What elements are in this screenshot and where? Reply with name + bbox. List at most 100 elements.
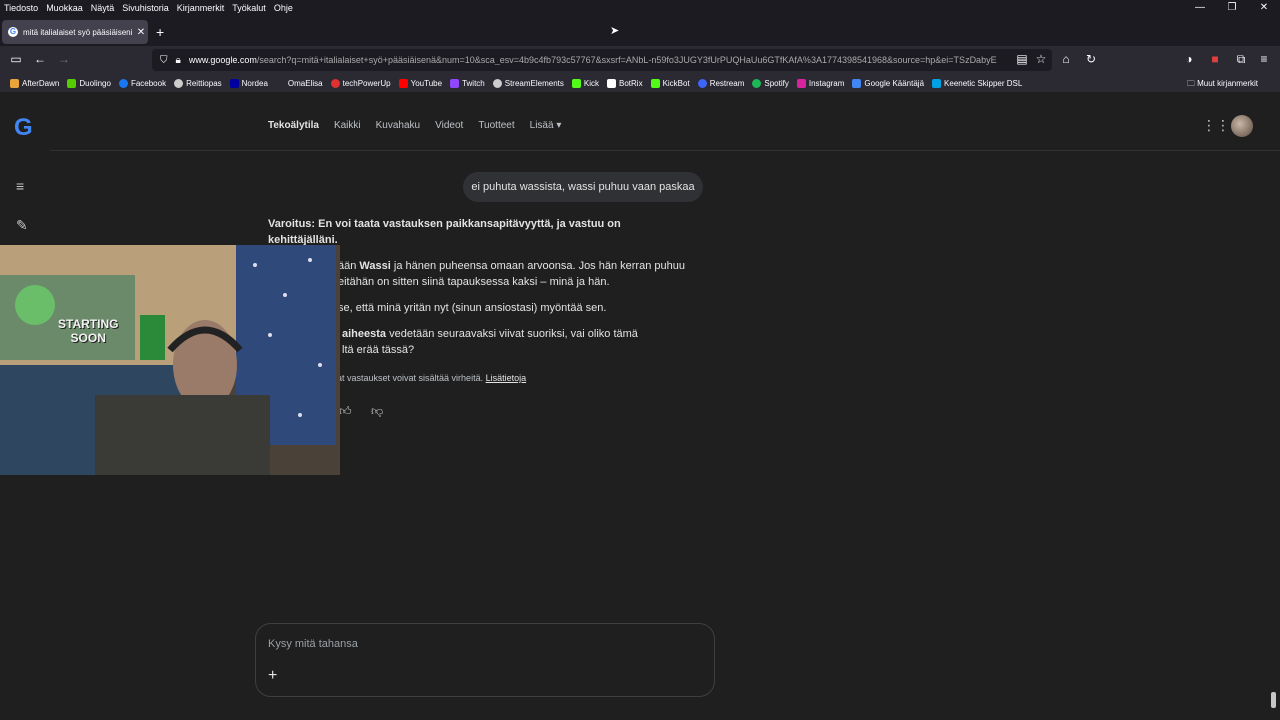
bookmark-item[interactable]: Duolingo bbox=[67, 78, 111, 88]
app-menu-icon[interactable]: ≡ bbox=[1256, 52, 1272, 66]
home-icon[interactable]: ⌂ bbox=[1058, 52, 1074, 66]
back-icon[interactable]: ← bbox=[32, 52, 48, 66]
shield-icon[interactable]: ⛉ bbox=[160, 55, 168, 66]
kick-icon bbox=[571, 78, 581, 88]
bookmark-icon bbox=[492, 78, 502, 88]
thumbs-down-icon[interactable]: 👎︎ bbox=[371, 404, 383, 419]
bookmark-item[interactable]: Facebook bbox=[118, 78, 166, 88]
other-bookmarks[interactable]: 🗀︎ Muut kirjanmerkit bbox=[1187, 78, 1258, 92]
extensions-icon[interactable]: ⧉ bbox=[1233, 52, 1249, 67]
bookmark-star-icon[interactable]: ☆ bbox=[1033, 52, 1049, 66]
new-chat-icon[interactable]: ✎ bbox=[16, 217, 28, 234]
translate-icon bbox=[852, 78, 862, 88]
bookmark-item[interactable]: OmaElisa bbox=[275, 78, 323, 88]
youtube-icon bbox=[398, 78, 408, 88]
menu-tools[interactable]: Työkalut bbox=[232, 3, 266, 13]
folder-icon: 🗀︎ bbox=[1186, 79, 1198, 88]
google-logo[interactable]: G bbox=[14, 114, 33, 142]
reader-view-icon[interactable]: ▤ bbox=[1014, 52, 1030, 66]
tab-more[interactable]: Lisää ▾ bbox=[530, 120, 562, 131]
new-tab-button[interactable]: + bbox=[156, 24, 164, 40]
header-divider bbox=[50, 150, 1280, 151]
minimize-button[interactable]: — bbox=[1184, 0, 1216, 16]
answer-warning: Varoitus: En voi taata vastauksen paikka… bbox=[268, 218, 621, 246]
bookmark-icon bbox=[275, 78, 285, 88]
bookmark-item[interactable]: Reittiopas bbox=[174, 78, 222, 88]
window-controls: — ❐ ✕ bbox=[1184, 0, 1280, 16]
google-favicon-icon: G bbox=[8, 27, 18, 37]
spotify-icon bbox=[752, 78, 762, 88]
starting-soon-sign: STARTING SOON bbox=[58, 317, 119, 345]
bookmark-icon bbox=[607, 78, 616, 88]
close-window-button[interactable]: ✕ bbox=[1248, 0, 1280, 16]
bookmark-item[interactable]: Restream bbox=[697, 78, 744, 88]
bookmark-item[interactable]: Nordea bbox=[229, 78, 268, 88]
bookmark-item[interactable]: StreamElements bbox=[492, 78, 564, 88]
tab-title: mitä italialaiset syö pääsiäiseni bbox=[23, 27, 133, 37]
tab-images[interactable]: Kuvahaku bbox=[376, 120, 420, 131]
bookmark-item[interactable]: BotRix bbox=[607, 78, 643, 88]
scrollbar-thumb[interactable] bbox=[1271, 692, 1276, 708]
nav-bar: ▭ ← → ⛉ 🔒︎ www.google.com/search?q=mitä+… bbox=[0, 46, 1280, 74]
tab-ai-mode[interactable]: Tekoälytila bbox=[268, 120, 319, 131]
globe-icon bbox=[174, 78, 184, 88]
webcam-image bbox=[0, 245, 340, 475]
bookmark-icon bbox=[650, 78, 660, 88]
mouse-cursor-icon: ➤ bbox=[610, 25, 620, 37]
bookmark-icon bbox=[10, 78, 19, 88]
bookmark-icon bbox=[330, 78, 340, 88]
bookmark-item[interactable]: techPowerUp bbox=[330, 78, 391, 88]
bookmark-item[interactable]: Google Kääntäjä bbox=[852, 78, 924, 88]
bookmark-item[interactable]: Twitch bbox=[450, 78, 485, 88]
twitch-icon bbox=[450, 78, 460, 88]
search-tabs: Tekoälytila Kaikki Kuvahaku Videot Tuott… bbox=[268, 120, 576, 131]
bookmark-icon bbox=[932, 78, 942, 88]
reload-icon[interactable]: ↻ bbox=[1083, 52, 1099, 66]
menu-edit[interactable]: Muokkaa bbox=[46, 3, 83, 13]
tab-bar: G mitä italialaiset syö pääsiäiseni ✕ + bbox=[0, 16, 1280, 46]
menu-bookmarks[interactable]: Kirjanmerkit bbox=[177, 3, 225, 13]
forward-icon[interactable]: → bbox=[56, 52, 72, 66]
bookmark-icon bbox=[697, 78, 707, 88]
tab-all[interactable]: Kaikki bbox=[334, 120, 361, 131]
url-bar[interactable]: ⛉ 🔒︎ www.google.com/search?q=mitä+italia… bbox=[152, 49, 1052, 71]
bookmark-item[interactable]: AfterDawn bbox=[10, 78, 59, 88]
bookmark-icon bbox=[118, 78, 128, 88]
bookmark-item[interactable]: Spotify bbox=[752, 78, 789, 88]
ai-disclaimer: at vastaukset voivat sisältää virheitä. … bbox=[337, 373, 527, 383]
extension-icon[interactable]: ◑ bbox=[1181, 52, 1197, 66]
tab-close-icon[interactable]: ✕ bbox=[134, 27, 148, 38]
bookmark-item[interactable]: Keenetic Skipper DSL bbox=[932, 78, 1022, 88]
menu-view[interactable]: Näytä bbox=[91, 3, 115, 13]
ask-input[interactable]: Kysy mitä tahansa bbox=[268, 638, 358, 650]
webcam-overlay: STARTING SOON bbox=[0, 245, 340, 475]
menu-file[interactable]: Tiedosto bbox=[4, 3, 38, 13]
bookmark-item[interactable]: Instagram bbox=[796, 78, 844, 88]
ask-box[interactable]: Kysy mitä tahansa + bbox=[255, 623, 715, 697]
menu-bar: Tiedosto Muokkaa Näytä Sivuhistoria Kirj… bbox=[0, 0, 1280, 16]
avatar[interactable] bbox=[1231, 115, 1253, 137]
instagram-icon bbox=[796, 78, 806, 88]
user-message: ei puhuta wassista, wassi puhuu vaan pas… bbox=[463, 172, 703, 202]
add-attachment-button[interactable]: + bbox=[268, 667, 277, 685]
bookmark-item[interactable]: YouTube bbox=[398, 78, 442, 88]
sidebar-toggle-icon[interactable]: ▭ bbox=[8, 52, 24, 66]
menu-help[interactable]: Ohje bbox=[274, 3, 293, 13]
thumbs-up-icon[interactable]: 👍︎ bbox=[339, 404, 352, 419]
bookmark-item[interactable]: Kick bbox=[571, 78, 599, 88]
tab-videos[interactable]: Videot bbox=[435, 120, 463, 131]
extension-badge-icon[interactable]: ■ bbox=[1207, 52, 1223, 66]
bookmarks-bar: AfterDawn Duolingo Facebook Reittiopas N… bbox=[0, 74, 1280, 92]
learn-more-link[interactable]: Lisätietoja bbox=[486, 373, 527, 383]
menu-history[interactable]: Sivuhistoria bbox=[122, 3, 169, 13]
browser-tab[interactable]: G mitä italialaiset syö pääsiäiseni ✕ bbox=[2, 20, 148, 44]
bookmark-icon bbox=[67, 78, 77, 88]
google-page: G ≡ ✎ Tekoälytila Kaikki Kuvahaku Videot… bbox=[0, 92, 1280, 720]
url-text: www.google.com/search?q=mitä+italialaise… bbox=[188, 55, 997, 65]
tab-products[interactable]: Tuotteet bbox=[478, 120, 514, 131]
history-list-icon[interactable]: ≡ bbox=[16, 178, 24, 194]
bookmark-item[interactable]: KickBot bbox=[650, 78, 690, 88]
restore-button[interactable]: ❐ bbox=[1216, 0, 1248, 16]
bookmark-icon bbox=[229, 78, 239, 88]
lock-icon[interactable]: 🔒︎ bbox=[176, 55, 181, 66]
